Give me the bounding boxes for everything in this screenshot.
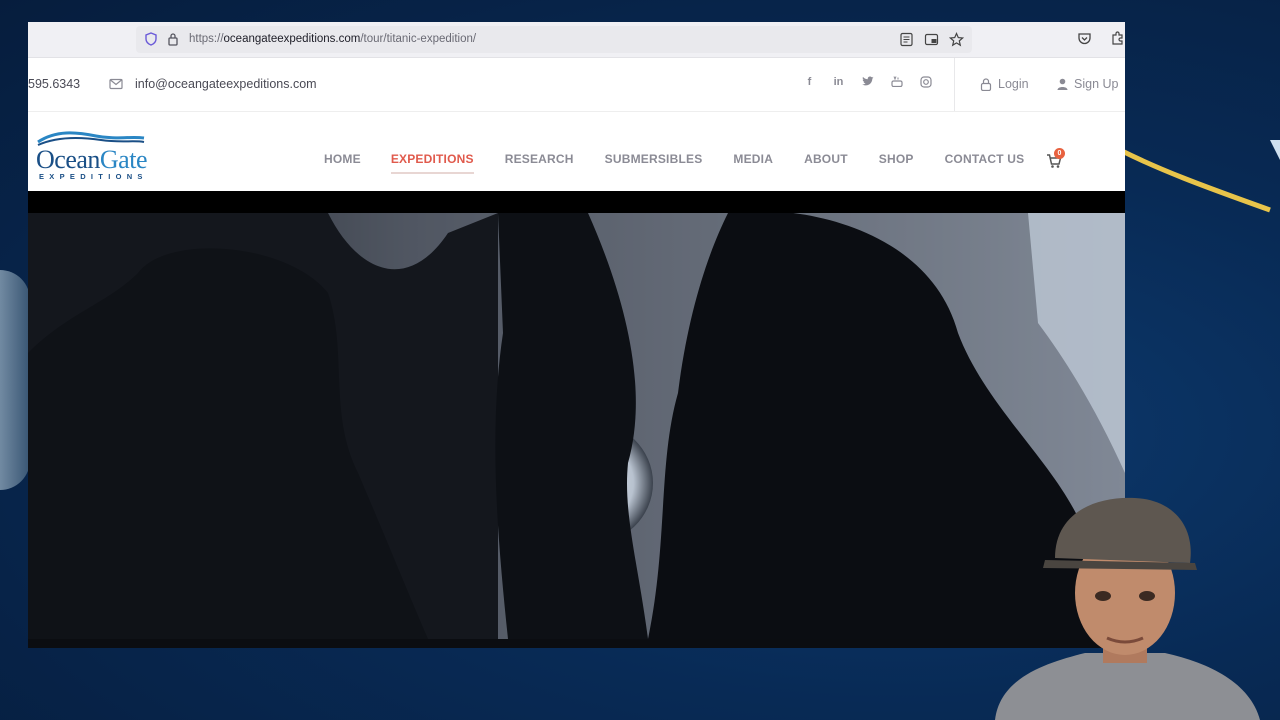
- nav-shop[interactable]: SHOP: [879, 152, 914, 166]
- background-shape: [0, 270, 30, 490]
- picture-in-picture-icon[interactable]: [924, 32, 939, 47]
- login-link[interactable]: Login: [980, 77, 1029, 91]
- nav-expeditions[interactable]: EXPEDITIONS: [390, 152, 474, 174]
- main-navbar: OceanGate EXPEDITIONS HOME EXPEDITIONS R…: [28, 112, 1125, 191]
- url-prefix: https://: [189, 33, 224, 45]
- url-path: /tour/titanic-expedition/: [360, 33, 477, 45]
- nav-about[interactable]: ABOUT: [804, 152, 848, 166]
- wave-logo-icon: [37, 131, 145, 146]
- nav-research[interactable]: RESEARCH: [505, 152, 574, 166]
- browser-window: https://oceangateexpeditions.com/tour/ti…: [28, 22, 1125, 648]
- logo-word-ocean: Ocean: [36, 145, 100, 174]
- mail-icon: [109, 78, 123, 90]
- email-link[interactable]: info@oceangateexpeditions.com: [135, 77, 317, 91]
- webcam-overlay: [995, 497, 1260, 720]
- video-frame: [28, 213, 1125, 639]
- nav-contact-us[interactable]: CONTACT US: [945, 152, 1025, 166]
- reader-view-icon[interactable]: [899, 32, 914, 47]
- logo-wordmark: OceanGate: [36, 145, 148, 175]
- lock-icon: [980, 77, 992, 91]
- address-bar[interactable]: https://oceangateexpeditions.com/tour/ti…: [136, 26, 972, 53]
- url-domain: oceangateexpeditions.com: [223, 33, 361, 45]
- user-icon: [1057, 78, 1068, 90]
- signup-link[interactable]: Sign Up: [1057, 77, 1118, 91]
- cart-count-badge: 0: [1054, 148, 1065, 159]
- extensions-icon[interactable]: [1110, 31, 1125, 46]
- logo-word-gate: Gate: [99, 145, 148, 174]
- instagram-icon[interactable]: [919, 76, 932, 91]
- browser-toolbar: https://oceangateexpeditions.com/tour/ti…: [28, 22, 1125, 58]
- login-label: Login: [998, 77, 1029, 91]
- pocket-icon[interactable]: [1077, 31, 1092, 46]
- logo-subtitle: EXPEDITIONS: [39, 172, 148, 181]
- top-info-bar: 595.6343 info@oceangateexpeditions.com f…: [28, 58, 1125, 112]
- phone-number[interactable]: 595.6343: [28, 77, 80, 91]
- twitter-icon[interactable]: [861, 76, 874, 91]
- primary-nav: HOME EXPEDITIONS RESEARCH SUBMERSIBLES M…: [324, 152, 1025, 174]
- signup-label: Sign Up: [1074, 77, 1119, 91]
- background-streak: [1120, 140, 1280, 213]
- lock-icon[interactable]: [166, 32, 180, 46]
- url-text[interactable]: https://oceangateexpeditions.com/tour/ti…: [189, 33, 476, 45]
- facebook-icon[interactable]: f: [803, 76, 816, 91]
- bookmark-star-icon[interactable]: [949, 32, 964, 47]
- shield-icon[interactable]: [144, 32, 158, 46]
- nav-home[interactable]: HOME: [324, 152, 361, 166]
- social-links: f in: [803, 76, 932, 91]
- hero-video[interactable]: [28, 213, 1125, 639]
- nav-submersibles[interactable]: SUBMERSIBLES: [605, 152, 703, 166]
- nav-media[interactable]: MEDIA: [733, 152, 773, 166]
- video-top-border: [28, 191, 1125, 213]
- video-bottom-border: [28, 639, 1125, 648]
- oceangate-logo[interactable]: OceanGate EXPEDITIONS: [36, 130, 166, 182]
- youtube-icon[interactable]: [890, 76, 903, 91]
- linkedin-icon[interactable]: in: [832, 76, 845, 91]
- topbar-divider: [954, 58, 955, 111]
